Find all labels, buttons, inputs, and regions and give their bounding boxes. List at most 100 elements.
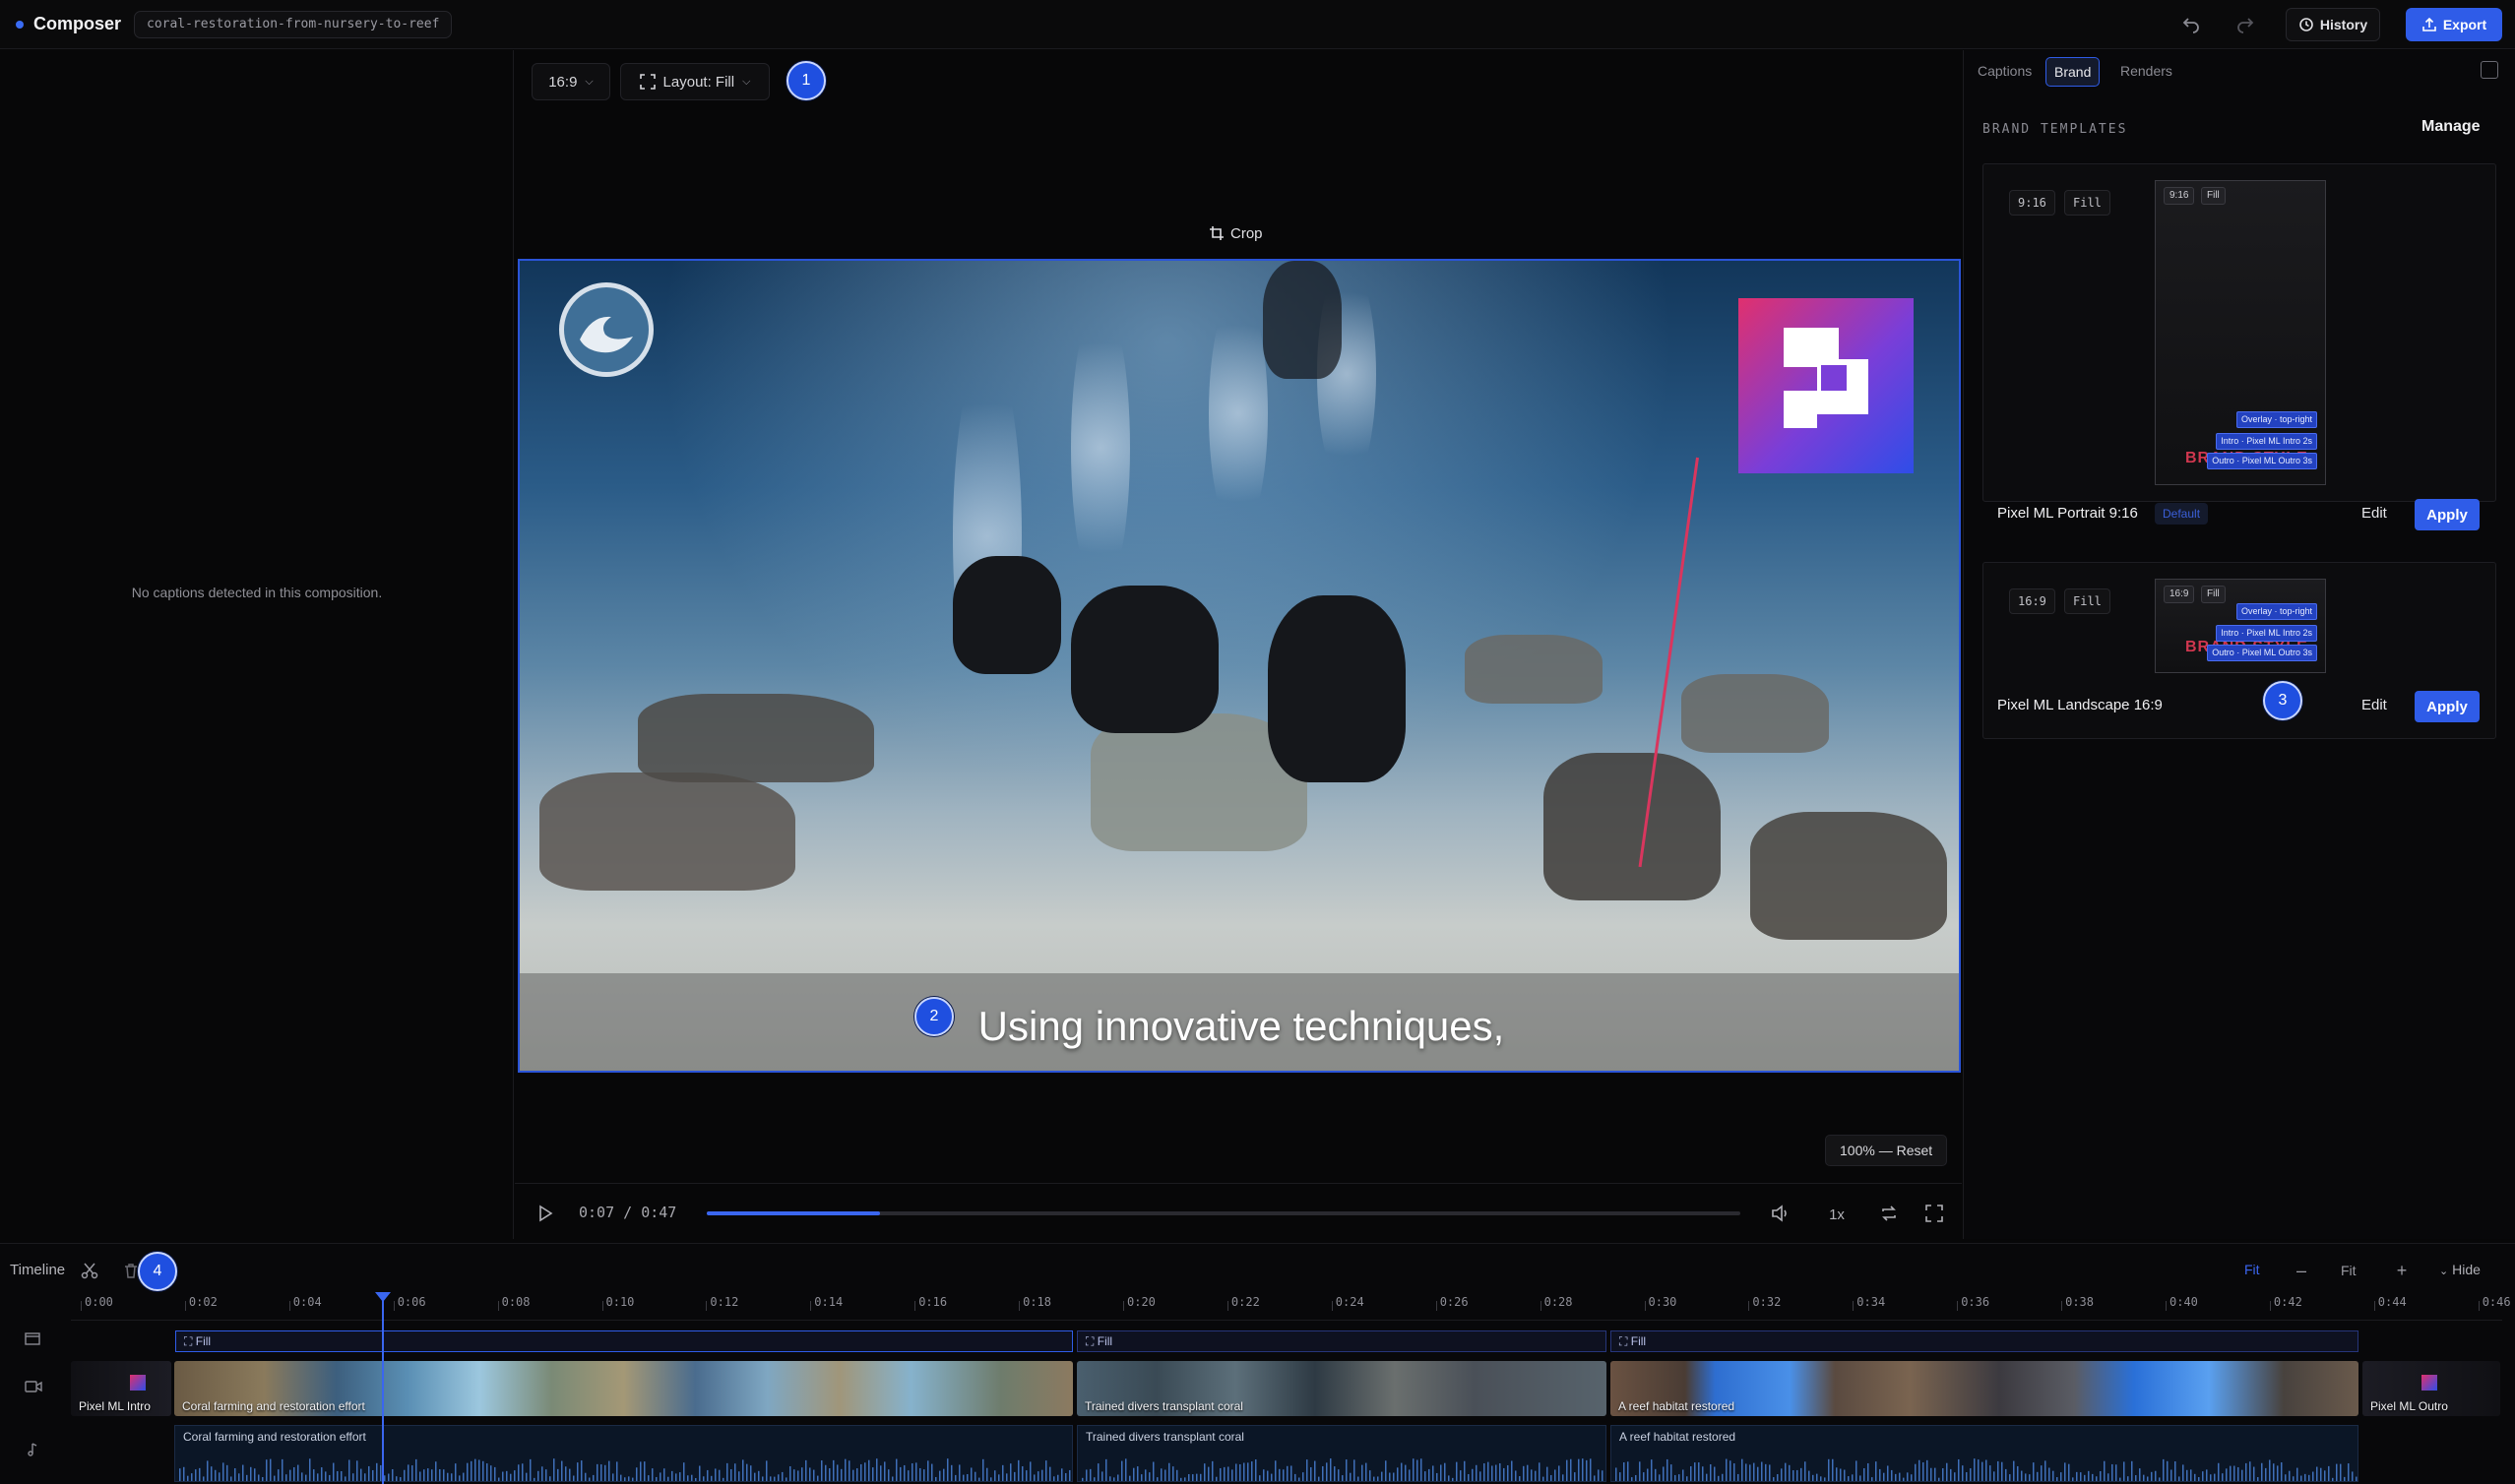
ruler-tick — [914, 1301, 916, 1311]
template-card-landscape[interactable]: 16:9 Fill 16:9 Fill BRAND STYLE Overlay … — [1982, 562, 2496, 739]
ruler-tick-label: 0:00 — [85, 1295, 113, 1309]
history-button[interactable]: History — [2286, 8, 2380, 41]
clip-label: Trained divers transplant coral — [1085, 1399, 1243, 1413]
loop-button[interactable] — [1874, 1201, 1904, 1228]
playback-speed-button[interactable]: 1x — [1821, 1201, 1853, 1228]
audio-segment-label: Coral farming and restoration effort — [183, 1430, 366, 1444]
outro-label: Outro · Pixel ML Outro 3s — [2207, 453, 2317, 469]
video-track-icon — [24, 1378, 45, 1399]
play-button[interactable] — [532, 1201, 559, 1228]
fit-frame-icon — [639, 74, 656, 90]
manage-button[interactable]: Manage — [2421, 118, 2481, 136]
ruler-tick-label: 0:36 — [1961, 1295, 1990, 1309]
ruler-tick-label: 0:10 — [605, 1295, 635, 1309]
audio-segment[interactable]: Trained divers transplant coral — [1077, 1425, 1606, 1482]
bubbles — [1071, 300, 1130, 595]
upload-icon — [2422, 17, 2436, 31]
volume-button[interactable] — [1766, 1201, 1795, 1228]
layout-segment[interactable]: ⛶ Fill — [1077, 1330, 1606, 1352]
coral-structure — [539, 773, 795, 891]
apply-template-button[interactable]: Apply — [2415, 499, 2480, 530]
layout-segment[interactable]: ⛶ Fill — [175, 1330, 1073, 1352]
coral-structure — [1465, 635, 1603, 704]
layout-segment-label: Fill — [195, 1334, 212, 1348]
ratio-chip: 16:9 — [2009, 588, 2055, 614]
ruler-tick-label: 0:06 — [397, 1295, 426, 1309]
tab-brand[interactable]: Brand — [2045, 57, 2101, 87]
edit-template-button[interactable]: Edit — [2361, 505, 2387, 522]
timeline-title: Timeline — [10, 1262, 66, 1278]
layout-segment[interactable]: ⛶ Fill — [1610, 1330, 2358, 1352]
diver — [1268, 595, 1406, 782]
tab-captions[interactable]: Captions — [1970, 57, 2040, 87]
cut-button[interactable] — [79, 1260, 100, 1283]
coral-structure — [1681, 674, 1829, 753]
ruler-tick — [2478, 1301, 2480, 1311]
aspect-ratio-select[interactable]: 16:9 ⌵ — [532, 63, 610, 100]
audio-segment[interactable]: A reef habitat restored — [1610, 1425, 2358, 1482]
video-clip[interactable]: A reef habitat restored — [1610, 1361, 2358, 1416]
panel-collapse-icon[interactable] — [2481, 61, 2498, 79]
zoom-reset-button[interactable]: 100% — Reset — [1825, 1135, 1948, 1166]
zoom-in-button[interactable]: + — [2392, 1260, 2412, 1281]
pixel-ml-logo-icon — [2421, 1375, 2437, 1391]
history-label: History — [2319, 17, 2368, 32]
video-clip-outro[interactable]: Pixel ML Outro — [2362, 1361, 2500, 1416]
ruler-tick — [2166, 1301, 2167, 1311]
time-separator: / — [623, 1204, 633, 1221]
caption-text[interactable]: Using innovative techniques, — [520, 1003, 1959, 1050]
video-clip[interactable]: Coral farming and restoration effort — [174, 1361, 1073, 1416]
project-name[interactable]: coral-restoration-from-nursery-to-reef — [134, 11, 453, 38]
scissors-icon — [81, 1263, 98, 1278]
thumb-ratio-chip: 9:16 — [2164, 187, 2195, 205]
video-clip-intro[interactable]: Pixel ML Intro — [71, 1361, 171, 1416]
ruler-tick-label: 0:16 — [918, 1295, 948, 1309]
bubbles — [1209, 290, 1268, 536]
ruler-tick-label: 0:30 — [1648, 1295, 1677, 1309]
brand-logo-overlay[interactable] — [1738, 298, 1914, 473]
fullscreen-button[interactable] — [1919, 1201, 1949, 1228]
video-clip[interactable]: Trained divers transplant coral — [1077, 1361, 1606, 1416]
wave-logo-icon — [580, 316, 633, 353]
video-preview[interactable]: Using innovative techniques, 2 — [518, 259, 1961, 1073]
undo-button[interactable] — [2175, 12, 2207, 37]
audio-segment[interactable]: Coral farming and restoration effort — [174, 1425, 1073, 1482]
timeline-ruler[interactable]: 0:00 0:02 0:04 0:06 0:08 0:10 0:12 0:14 0:16 0:18… — [71, 1291, 2511, 1321]
hide-timeline-button[interactable]: ⌄ Hide — [2439, 1262, 2481, 1277]
scrubber[interactable] — [707, 1211, 1740, 1215]
step-badge-4: 4 — [138, 1252, 177, 1291]
ruler-tick-label: 0:02 — [188, 1295, 218, 1309]
ruler-tick-label: 0:32 — [1752, 1295, 1782, 1309]
redo-button[interactable] — [2230, 12, 2261, 37]
crop-button[interactable]: Crop — [1209, 218, 1276, 248]
ruler-tick — [288, 1301, 290, 1311]
default-tag: Default — [2155, 503, 2209, 525]
tab-renders[interactable]: Renders — [2112, 57, 2180, 87]
fit-toggle[interactable]: Fit — [2244, 1262, 2260, 1277]
overlay-label: Overlay · top-right — [2235, 411, 2317, 428]
crop-icon — [1210, 226, 1224, 240]
pixel-ml-logo-icon — [1784, 328, 1868, 428]
export-button[interactable]: Export — [2406, 8, 2502, 41]
audio-segment-label: A reef habitat restored — [1619, 1430, 1736, 1444]
template-card-portrait[interactable]: 9:16 Fill 9:16 Fill BRAND STYLE Overlay … — [1982, 163, 2496, 530]
edit-template-button[interactable]: Edit — [2361, 697, 2387, 713]
duration: 0:47 — [641, 1204, 677, 1221]
template-name: Pixel ML Portrait 9:16 — [1997, 505, 2138, 522]
ruler-tick-label: 0:20 — [1127, 1295, 1156, 1309]
ruler-tick-label: 0:46 — [2482, 1295, 2511, 1309]
template-preview-thumb: 16:9 Fill BRAND STYLE Overlay · top-righ… — [2155, 579, 2326, 673]
layout-select[interactable]: Layout: Fill ⌵ — [620, 63, 770, 100]
history-icon — [2299, 18, 2313, 31]
step-badge-2: 2 — [914, 997, 954, 1036]
ruler-tick — [1123, 1301, 1124, 1311]
undo-icon — [2182, 17, 2199, 33]
ruler-tick — [1226, 1301, 1228, 1311]
ruler-tick — [1540, 1301, 1541, 1311]
overlay-label: Overlay · top-right — [2235, 603, 2317, 620]
audio-segment-label: Trained divers transplant coral — [1086, 1430, 1244, 1444]
zoom-out-button[interactable]: – — [2292, 1260, 2311, 1281]
playhead[interactable] — [382, 1295, 384, 1484]
apply-template-button[interactable]: Apply — [2415, 691, 2480, 722]
ruler-tick — [393, 1301, 395, 1311]
